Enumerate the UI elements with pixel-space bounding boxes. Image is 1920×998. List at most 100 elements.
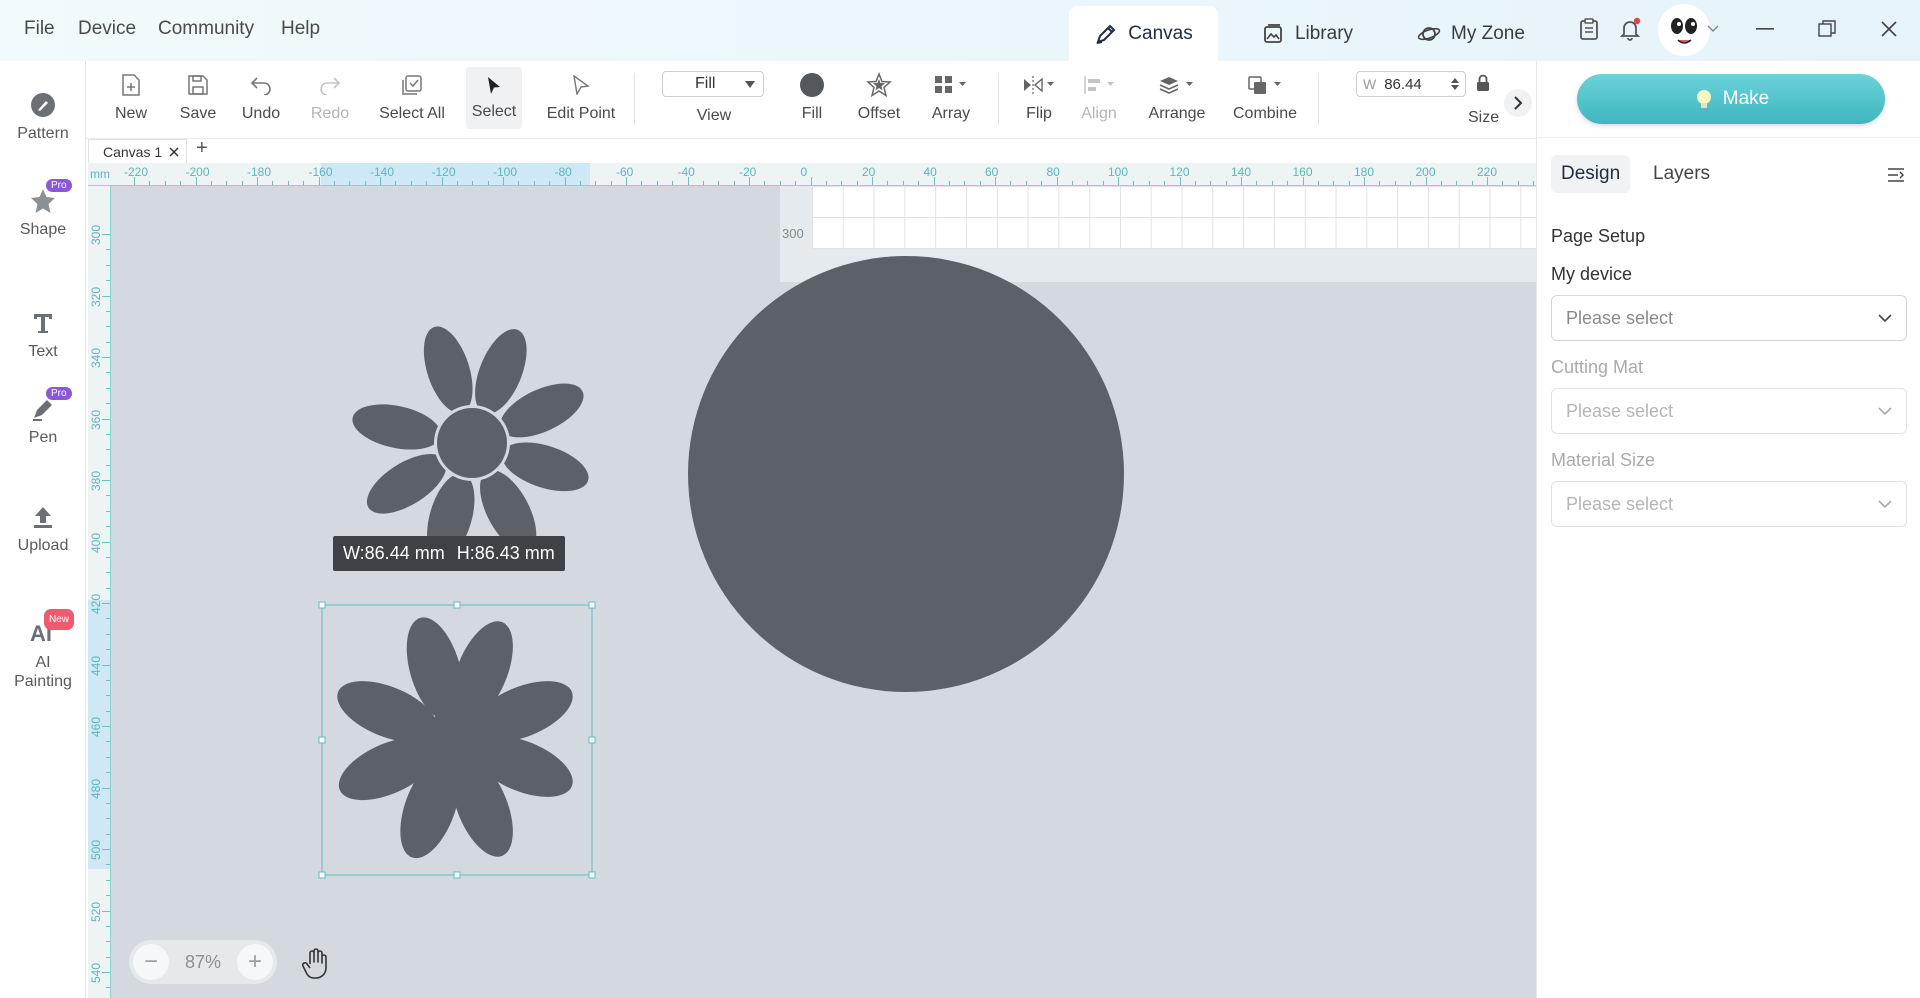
- redo-button[interactable]: Redo: [308, 69, 352, 123]
- make-button[interactable]: Make: [1577, 74, 1885, 124]
- tool-ai-painting[interactable]: New AI AI Painting: [0, 609, 86, 691]
- daisy-flower-shape[interactable]: [348, 320, 594, 566]
- width-input[interactable]: W 86.44: [1356, 71, 1466, 97]
- menu-file[interactable]: File: [24, 18, 55, 40]
- array-button[interactable]: Array: [928, 69, 974, 123]
- select-all-button[interactable]: Select All: [376, 69, 448, 123]
- clipboard-icon[interactable]: [1576, 16, 1602, 42]
- ruler-tick: [106, 695, 110, 697]
- ruler-tick: [395, 181, 397, 185]
- restore-icon[interactable]: [1814, 16, 1840, 42]
- zoom-out-button[interactable]: −: [133, 944, 169, 980]
- ruler-tick: [764, 181, 766, 185]
- minimize-icon[interactable]: [1752, 16, 1778, 42]
- chevron-down-icon: [1878, 406, 1892, 415]
- tool-shape[interactable]: Pro Shape: [0, 179, 86, 239]
- ruler-label: 300: [89, 224, 104, 246]
- ruler-tick: [257, 177, 258, 185]
- ruler-tick: [1333, 181, 1335, 185]
- chevron-down-icon[interactable]: [1706, 16, 1720, 42]
- circle-shape[interactable]: [688, 256, 1124, 692]
- ruler-tick: [102, 787, 110, 789]
- material-size-select[interactable]: Please select: [1551, 481, 1907, 527]
- cutting-mat-select[interactable]: Please select: [1551, 388, 1907, 434]
- array-grid-icon: [928, 69, 974, 101]
- tool-pattern-label: Pattern: [17, 125, 69, 142]
- ruler-tick: [106, 741, 110, 743]
- pro-badge: Pro: [46, 179, 72, 192]
- toolbar: New Save Undo Redo Select All Select Edi…: [86, 61, 1536, 139]
- tab-library[interactable]: Library: [1247, 6, 1367, 61]
- new-file-icon: [110, 69, 152, 101]
- tool-pen[interactable]: Pro Pen: [0, 387, 86, 447]
- flip-button[interactable]: Flip: [1016, 69, 1062, 123]
- close-icon[interactable]: [1876, 16, 1902, 42]
- my-device-select[interactable]: Please select: [1551, 295, 1907, 341]
- ruler-tick: [102, 849, 110, 850]
- save-button[interactable]: Save: [177, 69, 219, 123]
- hand-pan-icon[interactable]: [301, 948, 331, 985]
- ruler-label: 80: [1046, 165, 1060, 179]
- menu-help[interactable]: Help: [281, 18, 320, 40]
- ruler-tick: [333, 181, 335, 185]
- ruler-tick: [380, 177, 381, 185]
- selected-flower-shape[interactable]: [329, 611, 581, 866]
- ruler-tick: [1102, 181, 1104, 185]
- vertical-ruler[interactable]: 300 320 340 360 380 400 420 440 460 480 500 520 540: [88, 186, 111, 998]
- ruler-tick: [1164, 181, 1166, 185]
- zoom-in-button[interactable]: +: [237, 944, 273, 980]
- ruler-tick: [106, 372, 110, 374]
- edit-point-button[interactable]: Edit Point: [544, 69, 618, 123]
- ruler-tick: [106, 987, 110, 989]
- horizontal-ruler[interactable]: mm -220 -200 -180 -160 -140 -120 -100 -80 -60 -40…: [88, 163, 1536, 186]
- fill-button[interactable]: Fill: [792, 69, 832, 123]
- notification-bell-icon[interactable]: [1617, 16, 1643, 42]
- ruler-tick: [106, 526, 110, 528]
- menu-device[interactable]: Device: [78, 18, 136, 40]
- ruler-tick: [102, 480, 110, 481]
- ruler-tick: [1241, 177, 1242, 185]
- new-button[interactable]: New: [110, 69, 152, 123]
- ruler-tick: [518, 181, 520, 185]
- ruler-tick: [672, 181, 674, 185]
- tool-pattern[interactable]: Pattern: [0, 89, 86, 143]
- design-canvas[interactable]: 300 W:86.44 mm H:86.43 mm − 87% +: [111, 186, 1536, 998]
- ruler-tick: [106, 772, 110, 774]
- tab-my-zone[interactable]: My Zone: [1407, 6, 1535, 61]
- tool-upload[interactable]: Upload: [0, 501, 86, 555]
- ruler-tick: [1210, 181, 1212, 185]
- close-tab-icon[interactable]: [168, 146, 180, 158]
- ruler-tick: [626, 177, 627, 185]
- canvas-tab[interactable]: Canvas 1: [88, 139, 188, 163]
- tab-design[interactable]: Design: [1551, 155, 1631, 193]
- combine-button[interactable]: Combine: [1232, 69, 1298, 123]
- edit-point-label: Edit Point: [546, 105, 616, 122]
- flip-icon: [1016, 69, 1062, 101]
- select-button[interactable]: Select: [466, 67, 522, 129]
- view-dropdown[interactable]: Fill: [662, 71, 764, 97]
- tool-text[interactable]: Text: [0, 307, 86, 361]
- my-device-placeholder: Please select: [1566, 307, 1674, 328]
- offset-button[interactable]: Offset: [856, 69, 902, 123]
- collapse-panel-icon[interactable]: [1887, 167, 1905, 188]
- align-button[interactable]: Align: [1076, 69, 1122, 123]
- ruler-tick: [1256, 181, 1258, 185]
- offset-star-icon: [856, 69, 902, 101]
- toolbar-next-button[interactable]: [1504, 89, 1532, 117]
- ruler-tick: [102, 603, 110, 604]
- menu-community[interactable]: Community: [158, 18, 254, 40]
- offset-label: Offset: [857, 105, 901, 122]
- tab-layers[interactable]: Layers: [1643, 155, 1720, 193]
- arrange-button[interactable]: Arrange: [1148, 69, 1206, 123]
- undo-button[interactable]: Undo: [236, 69, 286, 123]
- lock-icon[interactable]: [1476, 74, 1490, 97]
- ruler-tick: [595, 181, 597, 185]
- add-canvas-button[interactable]: +: [196, 137, 208, 160]
- tab-canvas[interactable]: Canvas: [1069, 6, 1218, 61]
- ruler-tick: [106, 756, 110, 758]
- material-size-label: Material Size: [1551, 450, 1656, 470]
- library-icon: [1264, 23, 1282, 43]
- stepper-icon[interactable]: [1451, 77, 1459, 91]
- toolbar-divider: [1318, 73, 1319, 125]
- avatar[interactable]: [1658, 4, 1710, 56]
